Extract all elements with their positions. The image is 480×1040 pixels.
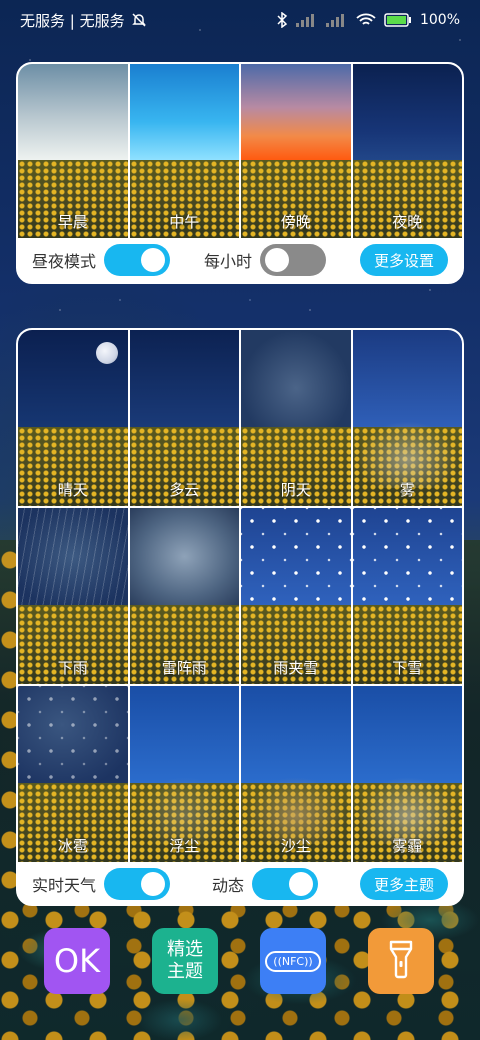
day-night-group: 昼夜模式	[32, 244, 171, 276]
weather-grid: 晴天 多云 阴天 雾 下雨 雷阵雨 雨夹雪 下雪 冰雹 浮尘 沙尘 雾霾	[18, 330, 462, 862]
tile-snow[interactable]: 下雪	[352, 508, 462, 684]
realtime-toggle[interactable]	[104, 868, 171, 900]
battery-icon	[384, 13, 412, 27]
hourly-group: 每小时	[204, 244, 326, 276]
day-night-label: 昼夜模式	[32, 252, 97, 271]
dynamic-group: 动态	[212, 868, 318, 900]
tile-label: 早晨	[57, 213, 88, 231]
tile-label: 阴天	[280, 481, 311, 499]
tile-label: 晴天	[57, 481, 88, 499]
tile-label: 下雪	[392, 659, 423, 677]
theme-label-line1: 精选	[167, 939, 203, 960]
tile-noon[interactable]: 中午	[129, 64, 239, 238]
tile-sleet[interactable]: 雨夹雪	[241, 508, 351, 684]
tile-label: 雷阵雨	[161, 659, 207, 677]
tile-evening[interactable]: 傍晚	[241, 64, 351, 238]
battery-percent: 100%	[419, 12, 460, 28]
tile-night[interactable]: 夜晚	[352, 64, 462, 238]
tile-label: 中午	[169, 213, 200, 231]
tile-label: 夜晚	[392, 213, 423, 231]
tile-label: 冰雹	[57, 837, 88, 855]
tile-dust[interactable]: 浮尘	[129, 686, 239, 862]
more-themes-button[interactable]: 更多主题	[359, 868, 448, 900]
tile-morning[interactable]: 早晨	[18, 64, 128, 238]
dynamic-label: 动态	[211, 876, 244, 895]
tile-label: 傍晚	[280, 213, 311, 231]
signal-2-icon	[325, 13, 348, 27]
hourly-toggle[interactable]	[260, 244, 326, 276]
hourly-label: 每小时	[203, 252, 252, 271]
status-right: 100%	[276, 12, 460, 28]
tile-rain[interactable]: 下雨	[18, 508, 128, 684]
flashlight-button[interactable]	[368, 928, 434, 994]
bell-muted-icon	[131, 12, 147, 28]
tile-label: 多云	[169, 481, 200, 499]
time-controls: 昼夜模式 每小时 更多设置	[18, 238, 462, 282]
tile-label: 雨夹雪	[273, 659, 319, 677]
carrier-text: 无服务 | 无服务	[20, 11, 125, 30]
bottom-dock: OK 精选 主题 ((NFC))	[0, 928, 480, 998]
bluetooth-icon	[276, 12, 288, 28]
tile-haze[interactable]: 雾霾	[352, 686, 462, 862]
theme-label-line2: 主题	[167, 961, 203, 982]
wifi-icon	[356, 13, 376, 27]
tile-label: 浮尘	[169, 837, 200, 855]
tile-overcast[interactable]: 阴天	[241, 330, 351, 506]
nfc-button[interactable]: ((NFC))	[260, 928, 326, 994]
weather-controls: 实时天气 动态 更多主题	[18, 862, 462, 904]
tile-thunderstorm[interactable]: 雷阵雨	[129, 508, 239, 684]
tile-sandstorm[interactable]: 沙尘	[241, 686, 351, 862]
status-bar: 无服务 | 无服务 100%	[0, 0, 480, 40]
tile-label: 雾霾	[392, 837, 423, 855]
signal-1-icon	[295, 13, 318, 27]
flashlight-icon	[388, 939, 414, 983]
ok-button[interactable]: OK	[44, 928, 110, 994]
more-settings-button[interactable]: 更多设置	[359, 244, 448, 276]
nfc-icon: ((NFC))	[265, 950, 321, 972]
weather-panel: 晴天 多云 阴天 雾 下雨 雷阵雨 雨夹雪 下雪 冰雹 浮尘 沙尘 雾霾 实时天…	[16, 328, 464, 906]
tile-label: 雾	[399, 481, 415, 499]
ok-label: OK	[53, 942, 101, 980]
time-of-day-panel: 早晨 中午 傍晚 夜晚 昼夜模式 每小时 更多设置	[16, 62, 464, 284]
status-left: 无服务 | 无服务	[20, 10, 147, 31]
time-of-day-grid: 早晨 中午 傍晚 夜晚	[18, 64, 462, 238]
dynamic-toggle[interactable]	[252, 868, 318, 900]
realtime-group: 实时天气	[32, 868, 171, 900]
featured-themes-button[interactable]: 精选 主题	[152, 928, 218, 994]
realtime-label: 实时天气	[32, 876, 97, 895]
nfc-label: NFC	[281, 954, 305, 968]
tile-label: 沙尘	[280, 837, 311, 855]
tile-cloudy[interactable]: 多云	[129, 330, 239, 506]
day-night-toggle[interactable]	[104, 244, 171, 276]
tile-label: 下雨	[57, 659, 88, 677]
moon-icon	[95, 342, 118, 364]
tile-fog[interactable]: 雾	[352, 330, 462, 506]
tile-hail[interactable]: 冰雹	[18, 686, 128, 862]
tile-sunny[interactable]: 晴天	[18, 330, 128, 506]
